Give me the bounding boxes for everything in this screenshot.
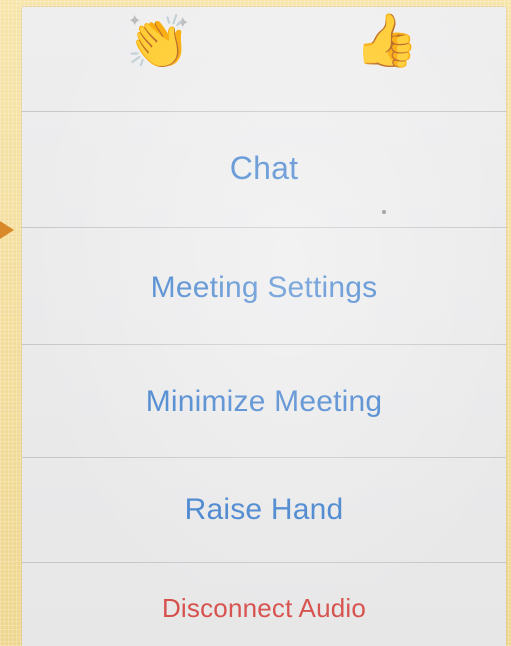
divider (22, 111, 506, 112)
clapping-hands-icon[interactable]: 👏 (126, 17, 191, 69)
chat-button[interactable]: Chat (22, 150, 506, 187)
meeting-menu-photo: ✦ ✦ 👏 👍 Chat Meeting Settings Minimize M… (22, 7, 506, 646)
raise-hand-button[interactable]: Raise Hand (22, 493, 506, 527)
slide-bullet-arrow-icon (0, 221, 14, 239)
meeting-settings-button[interactable]: Meeting Settings (22, 271, 506, 305)
divider (22, 227, 506, 228)
divider (22, 344, 506, 345)
thumbs-up-icon[interactable]: 👍 (354, 15, 419, 67)
reaction-row: ✦ ✦ 👏 👍 (22, 7, 506, 111)
minimize-meeting-button[interactable]: Minimize Meeting (22, 385, 506, 419)
disconnect-audio-button[interactable]: Disconnect Audio (22, 593, 506, 624)
divider (22, 457, 506, 458)
screen-speck (382, 210, 386, 214)
divider (22, 562, 506, 563)
